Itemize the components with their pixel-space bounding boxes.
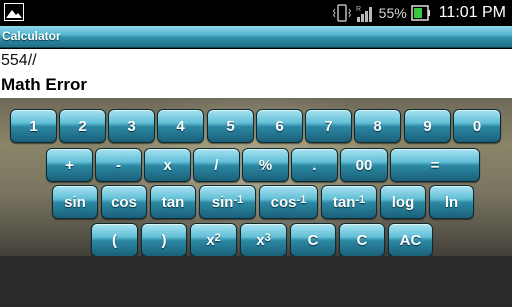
key-ln[interactable]: ln — [429, 185, 474, 219]
key-5[interactable]: 5 — [207, 109, 254, 143]
key-clear-entry[interactable]: C — [339, 223, 385, 257]
square-exponent: 2 — [214, 232, 221, 244]
result-text: Math Error — [1, 75, 87, 94]
keypad: 1 2 3 4 5 6 7 8 9 0 + - x / % . 00 = sin… — [0, 98, 512, 257]
atan-base: tan — [332, 193, 356, 211]
key-9[interactable]: 9 — [404, 109, 451, 143]
key-7[interactable]: 7 — [305, 109, 352, 143]
asin-exponent: -1 — [233, 194, 244, 206]
atan-exponent: -1 — [355, 194, 366, 206]
key-clear[interactable]: C — [290, 223, 336, 257]
key-divide[interactable]: / — [193, 148, 240, 182]
key-cube[interactable]: x3 — [240, 223, 287, 257]
key-open-paren[interactable]: ( — [91, 223, 138, 257]
key-double-zero[interactable]: 00 — [340, 148, 388, 182]
key-0[interactable]: 0 — [453, 109, 501, 143]
acos-base: cos — [270, 193, 297, 211]
key-equals[interactable]: = — [390, 148, 480, 182]
key-acos[interactable]: cos -1 — [259, 185, 318, 219]
key-minus[interactable]: - — [95, 148, 142, 182]
key-percent[interactable]: % — [242, 148, 289, 182]
calculator-display: 554// Math Error — [0, 49, 512, 98]
key-asin[interactable]: sin -1 — [199, 185, 256, 219]
key-close-paren[interactable]: ) — [141, 223, 187, 257]
cube-exponent: 3 — [264, 232, 271, 244]
key-log[interactable]: log — [380, 185, 426, 219]
key-cos[interactable]: cos — [101, 185, 147, 219]
key-tan[interactable]: tan — [150, 185, 196, 219]
key-square[interactable]: x2 — [190, 223, 237, 257]
bottom-panel — [0, 256, 512, 307]
key-plus[interactable]: + — [46, 148, 93, 182]
clock: 11:01 PM — [438, 4, 506, 21]
expression-text: 554// — [1, 52, 37, 69]
gallery-icon — [4, 3, 24, 21]
key-sin[interactable]: sin — [52, 185, 98, 219]
key-decimal[interactable]: . — [291, 148, 338, 182]
asin-base: sin — [211, 193, 234, 211]
battery-icon — [410, 5, 430, 21]
app-title: Calculator — [2, 29, 61, 43]
key-6[interactable]: 6 — [256, 109, 303, 143]
key-2[interactable]: 2 — [59, 109, 106, 143]
battery-percent: 55% — [378, 5, 407, 21]
status-bar: R 55% 11:01 PM — [0, 0, 512, 26]
key-1[interactable]: 1 — [10, 109, 57, 143]
key-all-clear[interactable]: AC — [388, 223, 433, 257]
key-3[interactable]: 3 — [108, 109, 155, 143]
vibrate-icon — [332, 4, 351, 22]
key-multiply[interactable]: x — [144, 148, 191, 182]
app-title-bar: Calculator — [0, 26, 512, 48]
acos-exponent: -1 — [296, 194, 307, 206]
key-atan[interactable]: tan -1 — [321, 185, 377, 219]
square-base: x — [206, 231, 215, 249]
key-8[interactable]: 8 — [354, 109, 401, 143]
cube-base: x — [256, 231, 265, 249]
svg-text:R: R — [356, 6, 361, 13]
signal-icon: R — [356, 6, 372, 22]
key-4[interactable]: 4 — [157, 109, 204, 143]
